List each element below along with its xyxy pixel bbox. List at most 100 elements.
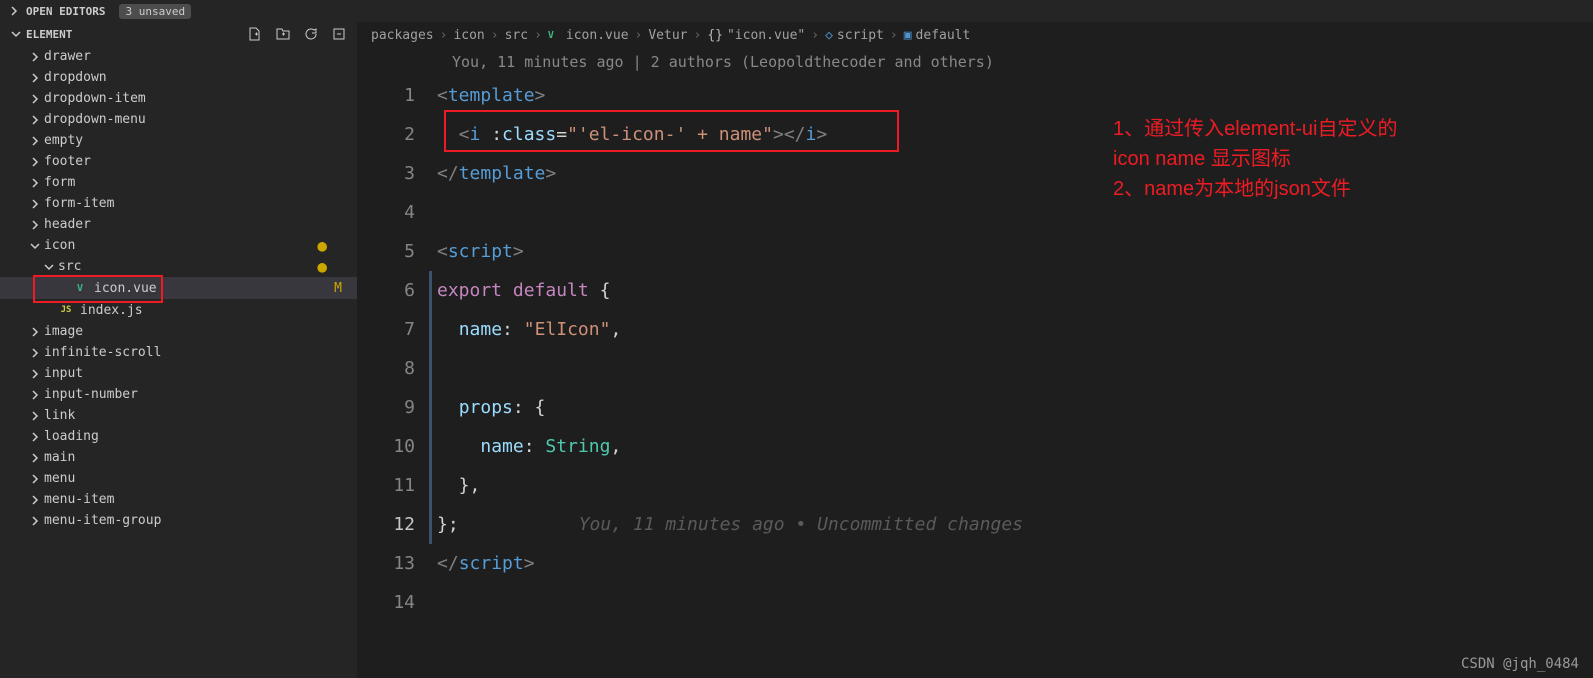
chevron-right-icon [8, 5, 20, 17]
tree-item-label: dropdown [44, 70, 107, 85]
chevron-down-icon [28, 241, 42, 251]
line-number: 6 [357, 271, 415, 310]
tree-item-label: footer [44, 154, 91, 169]
tree-item-infinite-scroll[interactable]: infinite-scroll [0, 342, 357, 363]
tree-item-header[interactable]: header [0, 214, 357, 235]
gitlens-inline-hint: You, 11 minutes ago • Uncommitted change… [579, 514, 1023, 535]
new-file-icon[interactable] [247, 26, 263, 42]
tree-item-image[interactable]: image [0, 321, 357, 342]
tree-item-label: empty [44, 133, 83, 148]
watermark: CSDN @jqh_0484 [1461, 656, 1579, 672]
chevron-right-icon [28, 453, 42, 463]
tree-item-icon-vue[interactable]: Vicon.vueM [0, 277, 357, 299]
explorer-sidebar: ELEMENT drawer dropdown dropdown-item dropd… [0, 22, 357, 678]
crumb-vetur[interactable]: Vetur [648, 28, 687, 43]
tree-item-label: drawer [44, 49, 91, 64]
tree-item-drawer[interactable]: drawer [0, 46, 357, 67]
tree-item-dropdown-menu[interactable]: dropdown-menu [0, 109, 357, 130]
tree-item-label: src [58, 259, 81, 274]
unsaved-badge: 3 unsaved [119, 4, 191, 19]
breadcrumbs[interactable]: packages › icon › src › Vicon.vue › Vetu… [357, 22, 1593, 48]
refresh-icon[interactable] [303, 26, 319, 42]
tree-item-label: form-item [44, 196, 114, 211]
chevron-right-icon [28, 432, 42, 442]
tree-item-menu-item[interactable]: menu-item [0, 489, 357, 510]
chevron-right-icon [28, 157, 42, 167]
chevron-right-icon [28, 411, 42, 421]
crumb-iconvue[interactable]: Vicon.vue [548, 28, 629, 43]
tree-item-input[interactable]: input [0, 363, 357, 384]
chevron-right-icon [28, 220, 42, 230]
tree-item-label: infinite-scroll [44, 345, 161, 360]
line-number: 2 [357, 115, 415, 154]
crumb-src[interactable]: src [505, 28, 528, 43]
tree-item-menu-item-group[interactable]: menu-item-group [0, 510, 357, 531]
chevron-right-icon: › [440, 28, 448, 43]
tree-item-dropdown[interactable]: dropdown [0, 67, 357, 88]
chevron-down-icon [42, 262, 56, 272]
crumb-default[interactable]: ▣ default [904, 28, 971, 43]
chevron-right-icon: › [811, 28, 819, 43]
tree-item-dropdown-item[interactable]: dropdown-item [0, 88, 357, 109]
crumb-icon[interactable]: icon [453, 28, 484, 43]
open-editors-section[interactable]: OPEN EDITORS 3 unsaved [0, 4, 191, 19]
chevron-right-icon [28, 327, 42, 337]
tree-item-label: form [44, 175, 75, 190]
line-number: 5 [357, 232, 415, 271]
gitlens-banner: You, 11 minutes ago | 2 authors (Leopold… [357, 48, 1593, 76]
line-number: 4 [357, 193, 415, 232]
tree-item-link[interactable]: link [0, 405, 357, 426]
tree-item-input-number[interactable]: input-number [0, 384, 357, 405]
vue-icon: V [548, 30, 562, 41]
tree-item-menu[interactable]: menu [0, 468, 357, 489]
sidebar-header[interactable]: ELEMENT [0, 22, 357, 46]
chevron-right-icon: › [534, 28, 542, 43]
tree-item-footer[interactable]: footer [0, 151, 357, 172]
tree-item-label: image [44, 324, 83, 339]
tree-item-label: input-number [44, 387, 138, 402]
line-number: 14 [357, 583, 415, 622]
chevron-right-icon [28, 115, 42, 125]
tree-item-index-js[interactable]: JS index.js [0, 299, 357, 321]
tree-item-label: main [44, 450, 75, 465]
chevron-right-icon [28, 348, 42, 358]
js-icon: JS [58, 302, 74, 318]
tree-item-label: dropdown-menu [44, 112, 146, 127]
modified-dot-icon: ● [317, 236, 327, 255]
chevron-right-icon [28, 390, 42, 400]
line-number: 13 [357, 544, 415, 583]
crumb-iconvue2[interactable]: {} "icon.vue" [707, 28, 805, 43]
tree-item-label: dropdown-item [44, 91, 146, 106]
chevron-right-icon [28, 136, 42, 146]
chevron-right-icon: › [694, 28, 702, 43]
crumb-packages[interactable]: packages [371, 28, 434, 43]
tree-item-label: menu-item [44, 492, 114, 507]
tree-item-icon[interactable]: icon● [0, 235, 357, 256]
new-folder-icon[interactable] [275, 26, 291, 42]
tree-item-label: index.js [80, 303, 143, 318]
tree-item-loading[interactable]: loading [0, 426, 357, 447]
modified-dot-icon: ● [317, 257, 327, 276]
line-number: 11 [357, 466, 415, 505]
chevron-right-icon [28, 474, 42, 484]
annotation-text: 1、通过传入element-ui自定义的 icon name 显示图标 2、na… [1113, 114, 1493, 204]
tree-item-src[interactable]: src ● [0, 256, 357, 277]
line-number: 12 [357, 505, 415, 544]
crumb-script[interactable]: ◇ script [825, 28, 884, 43]
tree-item-form[interactable]: form [0, 172, 357, 193]
modified-m-badge: M [334, 281, 342, 296]
tree-item-empty[interactable]: empty [0, 130, 357, 151]
tree-item-main[interactable]: main [0, 447, 357, 468]
chevron-right-icon: › [491, 28, 499, 43]
chevron-right-icon: › [635, 28, 643, 43]
sidebar-project-name: ELEMENT [26, 28, 72, 41]
line-gutter: 1234567891011121314 [357, 76, 437, 678]
collapse-icon[interactable] [331, 26, 347, 42]
tree-item-label: loading [44, 429, 99, 444]
editor-area: packages › icon › src › Vicon.vue › Vetu… [357, 22, 1593, 678]
tree-item-form-item[interactable]: form-item [0, 193, 357, 214]
line-number: 10 [357, 427, 415, 466]
chevron-right-icon [28, 495, 42, 505]
chevron-right-icon: › [890, 28, 898, 43]
line-number: 3 [357, 154, 415, 193]
